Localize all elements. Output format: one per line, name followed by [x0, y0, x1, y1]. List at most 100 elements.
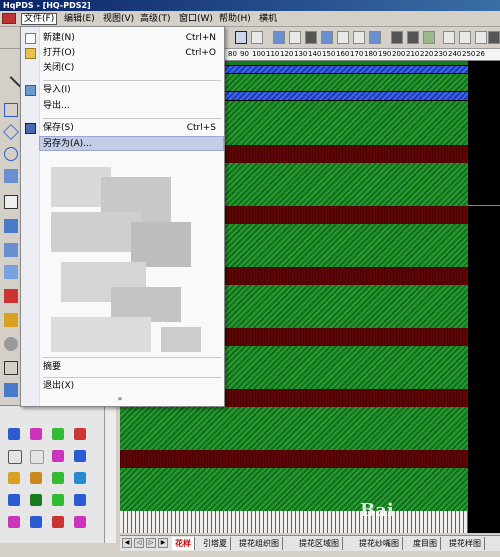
stitch-tool-icon[interactable] [289, 31, 301, 44]
ruler-tick: 190 [378, 50, 392, 58]
menu-item-exit[interactable]: 退出(X) [40, 379, 224, 394]
menu-item-summary[interactable]: 摘要 [40, 360, 224, 375]
menu-edit[interactable]: 编辑(E) [62, 13, 97, 25]
tab-stitch-density[interactable]: 度目图 [410, 537, 441, 550]
layer-panel-icon[interactable] [4, 361, 18, 375]
paste-icon[interactable] [337, 31, 349, 44]
stitch-symbol-icon[interactable] [30, 472, 42, 484]
stitch-symbol-icon[interactable] [74, 516, 86, 528]
ellipse-tool-icon[interactable] [4, 147, 18, 161]
copy-region-icon[interactable] [4, 265, 18, 279]
menu-window[interactable]: 窗口(W) [177, 13, 215, 25]
eraser-icon[interactable] [4, 337, 18, 351]
open-folder-icon [25, 48, 36, 59]
stitch-symbol-icon[interactable] [30, 428, 42, 440]
symbol-panel-scrollbar[interactable] [104, 405, 116, 543]
tab-prev-icon[interactable]: ◁ [134, 538, 144, 548]
ruler-tick: 110 [266, 50, 280, 58]
stitch-symbol-icon[interactable] [30, 516, 42, 528]
ruler-tick: 180 [364, 50, 378, 58]
stitch-symbol-icon[interactable] [8, 494, 20, 506]
more-tools-icon[interactable] [488, 31, 500, 44]
copy-icon[interactable] [321, 31, 333, 44]
ruler-icon[interactable] [443, 31, 455, 44]
ruler-tick: 240 [448, 50, 462, 58]
rectangle-tool-icon[interactable] [4, 103, 18, 117]
menu-view[interactable]: 视图(V) [101, 13, 136, 25]
diamond-tool-icon[interactable] [3, 124, 19, 140]
ruler-tick: 130 [294, 50, 308, 58]
tab-jacquard-yarn[interactable]: 提花纱嘴图 [356, 537, 403, 550]
ruler-tick: 140 [308, 50, 322, 58]
tab-pattern[interactable]: 花样 [172, 537, 195, 550]
menu-item-new[interactable]: 新建(N) Ctrl+N [40, 31, 224, 46]
stitch-symbol-icon[interactable] [30, 494, 42, 506]
pattern-band-green [120, 407, 468, 450]
circle-tool-icon[interactable] [251, 31, 263, 44]
move-tool-icon[interactable] [4, 243, 18, 257]
ruler-tick: 170 [350, 50, 364, 58]
tab-last-icon[interactable]: ▶ [158, 538, 168, 548]
stitch-symbol-icon[interactable] [74, 494, 86, 506]
stitch-symbol-icon[interactable] [8, 450, 22, 464]
menu-item-save-as[interactable]: 另存为(A)... [39, 136, 224, 151]
stitch-symbol-icon[interactable] [74, 472, 86, 484]
color-picker-icon[interactable] [4, 289, 18, 303]
menu-advanced[interactable]: 高级(T) [138, 13, 173, 25]
menu-item-label: 保存(S) [43, 123, 74, 133]
snowflake-icon[interactable] [273, 31, 285, 44]
stitch-symbol-icon[interactable] [52, 450, 64, 462]
stitch-symbol-icon[interactable] [8, 428, 20, 440]
zoom-tool-icon[interactable] [235, 31, 247, 44]
ruler-tick: 120 [280, 50, 294, 58]
tab-jacquard-structure[interactable]: 提花组织图 [236, 537, 283, 550]
menu-item-label: 打开(O) [43, 48, 76, 58]
file-menu-dropdown: 新建(N) Ctrl+N 打开(O) Ctrl+O 关闭(C) 导入(I) 导出… [20, 26, 225, 407]
ruler-tick: 100 [252, 50, 266, 58]
tab-first-icon[interactable]: ◀ [122, 538, 132, 548]
stitch-symbol-icon[interactable] [74, 450, 86, 462]
stitch-symbol-icon[interactable] [74, 428, 86, 440]
menu-item-save[interactable]: 保存(S) Ctrl+S [40, 121, 224, 136]
h-tool-icon[interactable] [305, 31, 317, 44]
color-swap-icon[interactable] [423, 31, 435, 44]
stitch-symbol-icon[interactable] [8, 516, 20, 528]
grid-icon[interactable] [475, 31, 487, 44]
stitch-symbol-icon[interactable] [52, 516, 64, 528]
stitch-symbol-icon[interactable] [30, 450, 44, 464]
monitor-icon[interactable] [369, 31, 381, 44]
app-system-menu-icon[interactable] [2, 13, 16, 24]
window-title-bar: HqPDS - [HQ-PDS2] [0, 0, 500, 11]
menu-flat-knit[interactable]: 横机 [257, 13, 279, 25]
new-file-icon [25, 33, 36, 44]
stitch-symbol-icon[interactable] [8, 472, 20, 484]
eyedropper-icon[interactable] [4, 313, 18, 327]
pattern-a-icon[interactable] [391, 31, 403, 44]
tab-jacquard-area[interactable]: 提花区域图 [296, 537, 343, 550]
scale-icon[interactable] [459, 31, 471, 44]
palette-icon[interactable] [4, 383, 18, 397]
menu-expand-chevron-icon[interactable]: » [113, 393, 127, 404]
line-tool-icon[interactable] [1, 76, 21, 96]
tab-jacquard-sample[interactable]: 提花样图 [446, 537, 485, 550]
stitch-symbol-icon[interactable] [52, 494, 64, 506]
menu-item-import[interactable]: 导入(I) [40, 83, 224, 98]
pattern-b-icon[interactable] [407, 31, 419, 44]
divider-line [468, 205, 500, 206]
stitch-symbol-icon[interactable] [52, 428, 64, 440]
menu-item-close[interactable]: 关闭(C) [40, 61, 224, 76]
horizontal-ruler: 80 90 100 110 120 130 140 150 160 170 18… [225, 49, 500, 61]
fill-tool-icon[interactable] [4, 169, 18, 183]
menu-file[interactable]: 文件(F) [21, 13, 58, 25]
tab-intarsia[interactable]: 引塔夏 [200, 537, 231, 550]
menu-separator [43, 118, 221, 119]
pattern-band-red [120, 450, 468, 468]
pen-tool-icon[interactable] [4, 195, 18, 209]
tab-next-icon[interactable]: ▷ [146, 538, 156, 548]
select-tool-icon[interactable] [4, 219, 18, 233]
menu-item-open[interactable]: 打开(O) Ctrl+O [40, 46, 224, 61]
menu-help[interactable]: 帮助(H) [217, 13, 253, 25]
layer-icon[interactable] [353, 31, 365, 44]
menu-item-export[interactable]: 导出... [40, 99, 224, 114]
stitch-symbol-icon[interactable] [52, 472, 64, 484]
